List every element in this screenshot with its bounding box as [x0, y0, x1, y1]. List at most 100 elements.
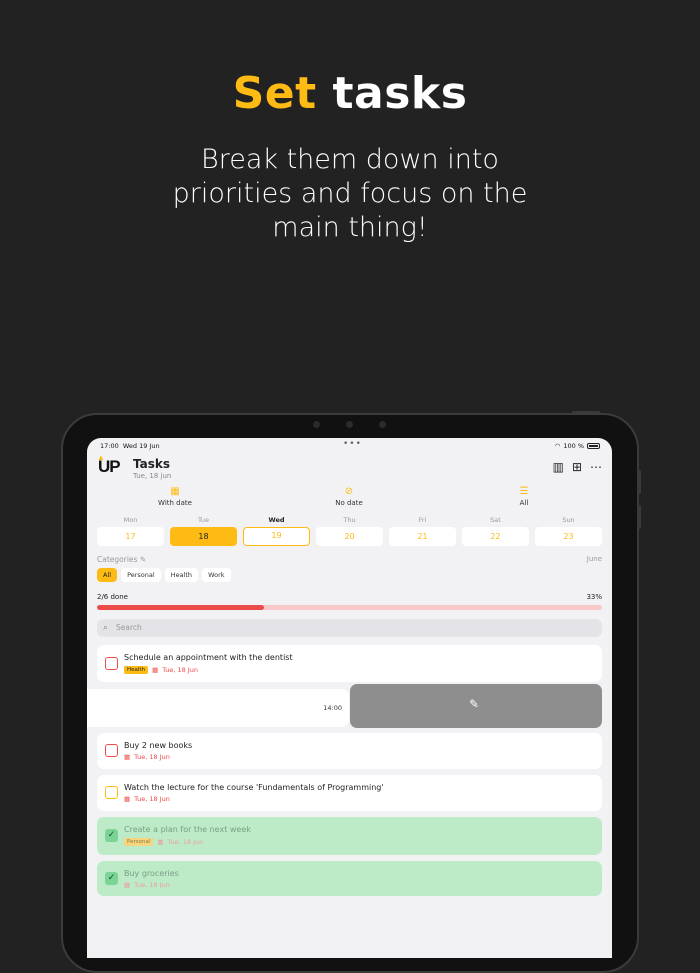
task-meta: Health ▦ Tue, 18 Jun — [124, 666, 198, 674]
categories-label[interactable]: Categories ✎ — [97, 555, 146, 564]
mode-all[interactable]: ☰ All — [484, 487, 564, 508]
power-button — [572, 411, 600, 414]
day-name: Thu — [343, 516, 356, 524]
swiped-task[interactable]: 14:00 — [87, 689, 349, 727]
battery-icon — [587, 443, 600, 449]
hero-title: Set tasks — [0, 68, 700, 119]
grid-icon[interactable]: ⊞ — [572, 460, 582, 474]
hero-title-accent: Set — [232, 68, 317, 119]
task-date: Tue, 18 Jun — [134, 881, 170, 889]
calendar-off-icon: ⊘ — [344, 486, 354, 497]
month-label: June — [586, 555, 602, 563]
task-item[interactable]: ✓ Buy groceries ▦ Tue, 18 Jun — [97, 861, 602, 896]
chip-work[interactable]: Work — [202, 568, 231, 582]
task-time: 14:00 — [323, 704, 342, 712]
day-fri[interactable]: Fri 21 — [389, 516, 456, 546]
task-checkbox[interactable] — [105, 786, 118, 799]
chip-health[interactable]: Health — [164, 568, 199, 582]
app-header: ▲ UP Tasks Tue, 18 jun ▥ ⊞ ⋯ — [87, 453, 612, 484]
task-date: Tue, 18 Jun — [134, 753, 170, 761]
day-number: 19 — [243, 527, 310, 546]
progress-label: 2/6 done — [97, 593, 128, 601]
task-checkbox[interactable] — [105, 744, 118, 757]
status-date: Wed 19 Jun — [122, 442, 160, 450]
status-time-text: 17:00 — [100, 442, 119, 450]
task-title: Watch the lecture for the course 'Fundam… — [124, 783, 384, 792]
day-number: 21 — [389, 527, 456, 546]
day-name: Mon — [123, 516, 138, 524]
status-right: ◠ 100 % — [555, 442, 600, 450]
task-meta: Personal ▦ Tue, 18 Jun — [124, 838, 203, 846]
task-item[interactable]: Schedule an appointment with the dentist… — [97, 645, 602, 682]
camera-icon — [346, 421, 353, 428]
mode-switcher: ▦ With date ⊘ No date ☰ All — [87, 487, 612, 509]
edit-action[interactable]: ✎ — [350, 684, 602, 728]
day-number: 18 — [170, 527, 237, 546]
sensor-icon — [313, 421, 320, 428]
progress-fill — [97, 605, 264, 610]
task-date: Tue, 18 Jun — [162, 666, 198, 674]
day-name: Sat — [490, 516, 501, 524]
day-name: Wed — [268, 516, 285, 524]
calendar-icon: ▦ — [124, 753, 131, 761]
pencil-icon: ✎ — [469, 697, 480, 711]
chip-personal[interactable]: Personal — [121, 568, 161, 582]
task-checkbox-checked[interactable]: ✓ — [105, 872, 118, 885]
task-date: Tue, 18 Jun — [134, 795, 170, 803]
progress-bar — [97, 605, 602, 610]
multitask-dots[interactable]: ••• — [343, 439, 362, 449]
day-sun[interactable]: Sun 23 — [535, 516, 602, 546]
sensor-icon — [379, 421, 386, 428]
day-mon[interactable]: Mon 17 — [97, 516, 164, 546]
task-item[interactable]: Buy 2 new books ▦ Tue, 18 Jun — [97, 733, 602, 769]
search-icon: ⌕ — [103, 623, 109, 633]
app-logo: ▲ UP — [97, 453, 121, 477]
day-thu[interactable]: Thu 20 — [316, 516, 383, 546]
task-item[interactable]: Watch the lecture for the course 'Fundam… — [97, 775, 602, 811]
progress-percent: 33% — [586, 593, 602, 601]
task-checkbox[interactable] — [105, 657, 118, 670]
calendar-icon: ▦ — [124, 881, 131, 889]
columns-icon[interactable]: ▥ — [553, 460, 564, 474]
task-meta: ▦ Tue, 18 Jun — [124, 753, 170, 761]
hero-subtitle: Break them down into priorities and focu… — [172, 144, 528, 243]
day-number: 22 — [462, 527, 529, 546]
day-sat[interactable]: Sat 22 — [462, 516, 529, 546]
calendar-icon: ▦ — [170, 486, 180, 497]
calendar-icon: ▦ — [157, 838, 164, 846]
page-title: Tasks — [133, 457, 171, 471]
battery-percent: 100 % — [563, 442, 584, 450]
category-chips: All Personal Health Work — [97, 568, 231, 582]
mode-no-date[interactable]: ⊘ No date — [309, 486, 389, 508]
volume-button — [637, 470, 641, 494]
day-number: 20 — [316, 527, 383, 546]
categories-label-text: Categories — [97, 555, 138, 564]
pencil-icon: ✎ — [139, 555, 147, 564]
chip-all[interactable]: All — [97, 568, 118, 582]
task-item[interactable]: ✓ Create a plan for the next week Person… — [97, 817, 602, 855]
task-title: Schedule an appointment with the dentist — [124, 653, 293, 662]
status-time: 17:00 Wed 19 Jun — [100, 442, 160, 450]
mode-with-date[interactable]: ▦ With date — [135, 486, 215, 508]
task-title: Create a plan for the next week — [124, 825, 251, 834]
task-meta: ▦ Tue, 18 Jun — [124, 795, 170, 803]
day-tue[interactable]: Tue 18 — [170, 516, 237, 546]
task-title: Buy 2 new books — [124, 741, 193, 750]
day-wed[interactable]: Wed 19 — [243, 516, 310, 546]
search-placeholder: Search — [116, 623, 142, 632]
calendar-icon: ▦ — [152, 666, 159, 674]
search-input[interactable]: ⌕ Search — [97, 619, 602, 637]
wifi-icon: ◠ — [554, 442, 561, 450]
day-name: Sun — [562, 516, 575, 524]
task-title: Buy groceries — [124, 869, 179, 878]
task-tag: Health — [124, 666, 149, 674]
day-name: Fri — [418, 516, 427, 524]
task-checkbox-checked[interactable]: ✓ — [105, 829, 118, 842]
day-number: 17 — [97, 527, 164, 546]
day-number: 23 — [535, 527, 602, 546]
app-screen: 17:00 Wed 19 Jun ••• ◠ 100 % ▲ UP Tasks T… — [87, 438, 612, 958]
header-actions: ▥ ⊞ ⋯ — [553, 460, 602, 474]
hero-title-rest: tasks — [332, 68, 468, 119]
more-icon[interactable]: ⋯ — [590, 460, 602, 474]
calendar-icon: ▦ — [124, 795, 131, 803]
